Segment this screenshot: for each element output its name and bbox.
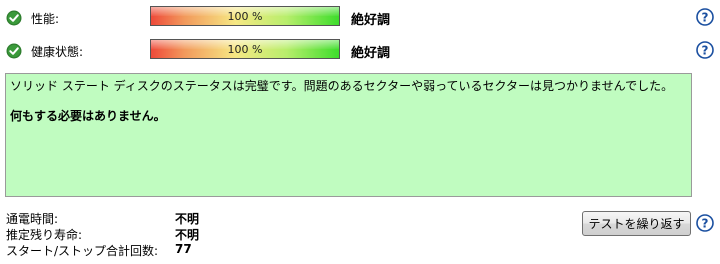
help-icon[interactable]: ? [696, 8, 714, 26]
performance-row: 性能: 100 % 絶好調 ? [0, 6, 720, 30]
status-message-box: ソリッド ステート ディスクのステータスは完璧です。問題のあるセクターや弱ってい… [5, 73, 692, 197]
remaining-life-label: 推定残り寿命: [6, 228, 83, 242]
svg-text:?: ? [702, 216, 709, 230]
performance-status: 絶好調 [351, 13, 391, 28]
performance-percent: 100 % [227, 10, 263, 23]
action-message: 何もする必要はありません。 [10, 109, 166, 123]
health-row: 健康状態: 100 % 絶好調 ? [0, 39, 720, 63]
start-stop-count-value: 77 [175, 242, 192, 256]
check-icon [6, 10, 22, 26]
power-on-time-label: 通電時間: [6, 212, 59, 226]
health-label: 健康状態: [31, 45, 84, 59]
check-icon [6, 43, 22, 59]
remaining-life-value: 不明 [175, 228, 200, 242]
performance-bar: 100 % [150, 6, 340, 26]
help-icon[interactable]: ? [696, 41, 714, 59]
status-message: ソリッド ステート ディスクのステータスは完璧です。問題のあるセクターや弱ってい… [10, 79, 674, 93]
power-on-time-value: 不明 [175, 212, 200, 226]
retest-button[interactable]: テストを繰り返す [582, 211, 691, 236]
health-bar: 100 % [150, 39, 340, 59]
performance-label: 性能: [31, 12, 60, 26]
health-percent: 100 % [227, 43, 263, 56]
svg-text:?: ? [702, 10, 709, 24]
health-status: 絶好調 [351, 46, 391, 61]
help-icon[interactable]: ? [696, 214, 714, 232]
svg-text:?: ? [702, 43, 709, 57]
start-stop-count-label: スタート/ストップ合計回数: [6, 244, 159, 258]
